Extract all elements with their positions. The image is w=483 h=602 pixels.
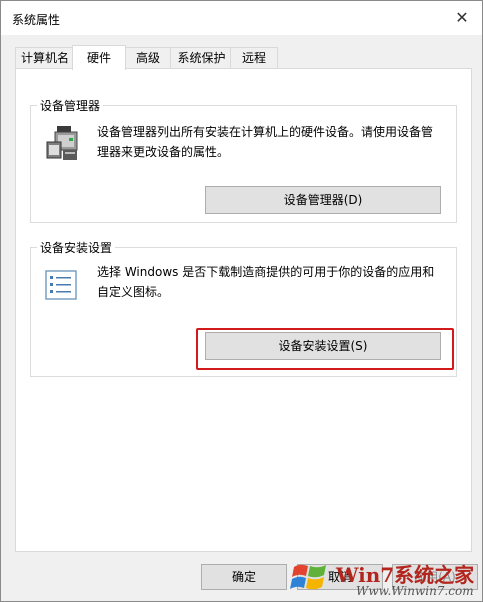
device-install-description: 选择 Windows 是否下载制造商提供的可用于你的设备的应用和 自定义图标。: [97, 262, 452, 302]
tab-system-protection[interactable]: 系统保护: [170, 47, 233, 68]
watermark: Win7系统之家 Www.Winwin7.com: [282, 557, 482, 601]
device-manager-group: 设备管理器 设备管理器列出所有安装在计算机上的硬件设备。请使用设备管 理器来更改…: [30, 97, 457, 223]
windows-logo-icon: [290, 564, 326, 590]
ok-button[interactable]: 确定: [201, 564, 287, 590]
tab-remote[interactable]: 远程: [230, 47, 278, 68]
device-install-description-line2: 自定义图标。: [97, 285, 170, 299]
highlight-box: [196, 328, 454, 370]
tab-advanced[interactable]: 高级: [123, 47, 173, 68]
tab-computer-name[interactable]: 计算机名: [15, 47, 75, 68]
system-properties-window: 系统属性 ✕ 计算机名 硬件 高级 系统保护 远程 设备管理器 设备管理器列出所…: [0, 0, 483, 602]
device-manager-group-title: 设备管理器: [37, 97, 104, 114]
device-manager-button[interactable]: 设备管理器(D): [205, 186, 441, 214]
device-install-description-line1: 选择 Windows 是否下载制造商提供的可用于你的设备的应用和: [97, 265, 435, 279]
tab-hardware[interactable]: 硬件: [72, 45, 126, 70]
device-manager-description-line2: 理器来更改设备的属性。: [97, 145, 230, 159]
close-icon[interactable]: ✕: [452, 8, 472, 28]
device-manager-description: 设备管理器列出所有安装在计算机上的硬件设备。请使用设备管 理器来更改设备的属性。: [97, 122, 452, 162]
device-manager-icon: [46, 126, 78, 160]
device-install-group-title: 设备安装设置: [37, 239, 116, 256]
hardware-tab-panel: 设备管理器 设备管理器列出所有安装在计算机上的硬件设备。请使用设备管 理器来更改…: [15, 68, 472, 552]
device-manager-description-line1: 设备管理器列出所有安装在计算机上的硬件设备。请使用设备管: [97, 125, 434, 139]
window-title: 系统属性: [12, 13, 61, 27]
title-bar: 系统属性 ✕: [1, 1, 482, 35]
checklist-icon: [45, 270, 77, 300]
watermark-url: Www.Winwin7.com: [356, 584, 474, 598]
